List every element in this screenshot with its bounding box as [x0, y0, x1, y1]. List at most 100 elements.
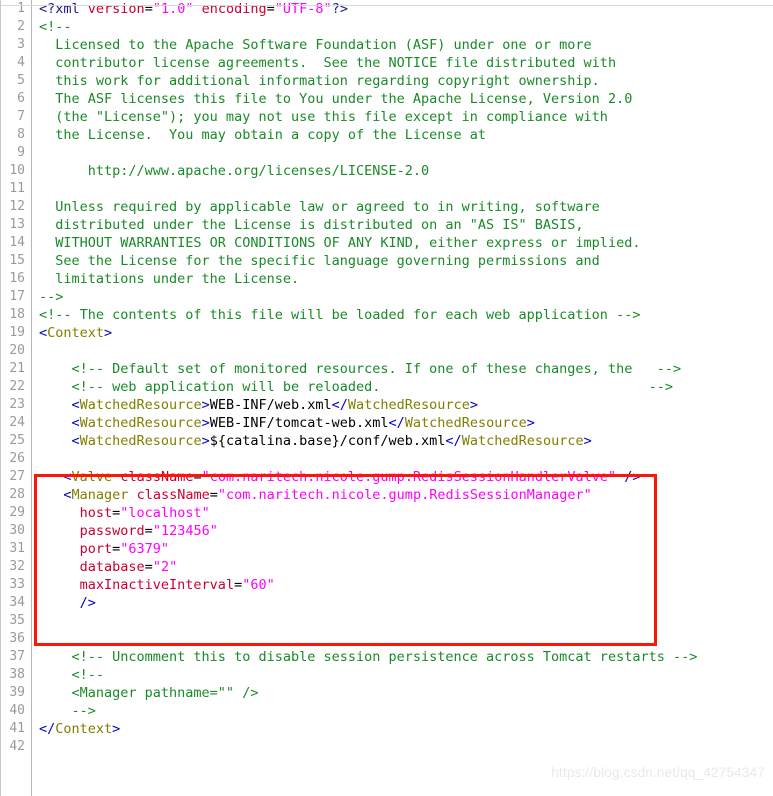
code-line[interactable]: 26 — [1, 450, 773, 468]
syntax-token: http://www.apache.org/licenses/LICENSE-2… — [39, 163, 430, 179]
syntax-token: password — [79, 523, 145, 539]
syntax-token: --> — [39, 703, 96, 719]
line-source: <WatchedResource>WEB-INF/web.xml</Watche… — [39, 396, 478, 414]
line-number: 17 — [9, 289, 25, 304]
line-source: <Manager className="com.naritech.nicole.… — [39, 486, 591, 504]
code-line[interactable]: 35 — [1, 612, 773, 630]
syntax-token: Licensed to the Apache Software Foundati… — [39, 37, 592, 53]
syntax-token: host — [79, 505, 113, 521]
code-line[interactable]: 4 contributor license agreements. See th… — [1, 54, 773, 72]
code-line[interactable]: 29 host="localhost" — [1, 504, 773, 522]
line-source: Unless required by applicable law or agr… — [39, 198, 600, 216]
syntax-token: < — [39, 325, 48, 341]
line-source: See the License for the specific languag… — [39, 252, 600, 270]
code-line[interactable]: 20 — [1, 342, 773, 360]
code-line[interactable]: 6 The ASF licenses this file to You unde… — [1, 90, 773, 108]
line-source: <!-- Default set of monitored resources.… — [39, 360, 682, 378]
syntax-token: < — [71, 415, 80, 431]
syntax-token — [39, 559, 80, 575]
line-source: <!-- The contents of this file will be l… — [39, 306, 640, 324]
code-editor-pane[interactable]: 1 <?xml version="1.0" encoding="UTF-8"?> 2… — [0, 0, 773, 796]
code-line[interactable]: 23 <WatchedResource>WEB-INF/web.xml</Wat… — [1, 396, 773, 414]
code-line[interactable]: 3 Licensed to the Apache Software Founda… — [1, 36, 773, 54]
code-line[interactable]: 7 (the "License"); you may not use this … — [1, 108, 773, 126]
line-number: 30 — [9, 523, 25, 538]
line-source: <WatchedResource>${catalina.base}/conf/w… — [39, 432, 592, 450]
code-line[interactable]: 19 <Context> — [1, 324, 773, 342]
code-line[interactable]: 39 <Manager pathname="" /> — [1, 684, 773, 702]
syntax-token: WEB-INF/tomcat-web.xml — [209, 415, 389, 431]
syntax-token: <!-- — [39, 19, 72, 35]
code-line[interactable]: 40 --> — [1, 702, 773, 720]
code-line[interactable]: 30 password="123456" — [1, 522, 773, 540]
syntax-token: = — [209, 487, 218, 503]
syntax-token: The ASF licenses this file to You under … — [39, 91, 633, 107]
code-line[interactable]: 14 WITHOUT WARRANTIES OR CONDITIONS OF A… — [1, 234, 773, 252]
syntax-token: See the License for the specific languag… — [39, 253, 600, 269]
syntax-token — [39, 469, 63, 485]
code-lines-container[interactable]: 1 <?xml version="1.0" encoding="UTF-8"?> 2… — [1, 0, 773, 756]
syntax-token: > — [526, 415, 535, 431]
syntax-token: </ — [388, 415, 405, 431]
line-source: limitations under the License. — [39, 270, 299, 288]
line-number: 8 — [17, 127, 25, 142]
code-line[interactable]: 32 database="2" — [1, 558, 773, 576]
syntax-token: < — [71, 397, 80, 413]
line-number: 5 — [17, 73, 25, 88]
code-line[interactable]: 10 http://www.apache.org/licenses/LICENS… — [1, 162, 773, 180]
line-number: 14 — [9, 235, 25, 250]
syntax-token: < — [71, 433, 80, 449]
line-number: 6 — [17, 91, 25, 106]
syntax-token: distributed under the License is distrib… — [39, 217, 584, 233]
code-line[interactable]: 15 See the License for the specific lang… — [1, 252, 773, 270]
code-line[interactable]: 5 this work for additional information r… — [1, 72, 773, 90]
code-line[interactable]: 8 the License. You may obtain a copy of … — [1, 126, 773, 144]
syntax-token — [39, 541, 80, 557]
code-line[interactable]: 42 — [1, 738, 773, 756]
code-line[interactable]: 37 <!-- Uncomment this to disable sessio… — [1, 648, 773, 666]
code-line[interactable]: 2 <!-- — [1, 18, 773, 36]
line-source: The ASF licenses this file to You under … — [39, 90, 632, 108]
code-line[interactable]: 27 <Valve className="com.naritech.nicole… — [1, 468, 773, 486]
code-line[interactable]: 34 /> — [1, 594, 773, 612]
code-line[interactable]: 41 </Context> — [1, 720, 773, 738]
code-line[interactable]: 17 --> — [1, 288, 773, 306]
code-line[interactable]: 9 — [1, 144, 773, 162]
code-line[interactable]: 24 <WatchedResource>WEB-INF/tomcat-web.x… — [1, 414, 773, 432]
code-line[interactable]: 13 distributed under the License is dist… — [1, 216, 773, 234]
syntax-token: <!-- The contents of this file will be l… — [39, 307, 641, 323]
syntax-token: <!-- web application will be reloaded. -… — [39, 379, 673, 395]
code-line[interactable]: 11 — [1, 180, 773, 198]
line-number: 4 — [17, 55, 25, 70]
line-number: 21 — [9, 361, 25, 376]
syntax-token: "com.naritech.nicole.gump.RedisSessionHa… — [201, 469, 617, 485]
line-source: <Manager pathname="" /> — [39, 684, 259, 702]
line-number: 10 — [9, 163, 25, 178]
code-line[interactable]: 38 <!-- — [1, 666, 773, 684]
code-line[interactable]: 21 <!-- Default set of monitored resourc… — [1, 360, 773, 378]
line-number: 7 — [17, 109, 25, 124]
code-line[interactable]: 33 maxInactiveInterval="60" — [1, 576, 773, 594]
code-line[interactable]: 16 limitations under the License. — [1, 270, 773, 288]
line-number: 15 — [9, 253, 25, 268]
line-number: 11 — [9, 181, 25, 196]
code-line[interactable]: 12 Unless required by applicable law or … — [1, 198, 773, 216]
syntax-token: > — [201, 397, 210, 413]
code-line[interactable]: 25 <WatchedResource>${catalina.base}/con… — [1, 432, 773, 450]
code-line[interactable]: 31 port="6379" — [1, 540, 773, 558]
line-number: 38 — [9, 667, 25, 682]
syntax-token: <!-- — [39, 667, 105, 683]
line-source: (the "License"); you may not use this fi… — [39, 108, 608, 126]
line-number: 37 — [9, 649, 25, 664]
code-line[interactable]: 36 — [1, 630, 773, 648]
code-line[interactable]: 18 <!-- The contents of this file will be… — [1, 306, 773, 324]
code-line[interactable]: 28 <Manager className="com.naritech.nico… — [1, 486, 773, 504]
line-number: 20 — [9, 343, 25, 358]
syntax-token — [39, 433, 72, 449]
syntax-token: > — [201, 415, 210, 431]
code-line[interactable]: 22 <!-- web application will be reloaded… — [1, 378, 773, 396]
line-source: Licensed to the Apache Software Foundati… — [39, 36, 592, 54]
syntax-token: </ — [445, 433, 462, 449]
syntax-token: the License. You may obtain a copy of th… — [39, 127, 487, 143]
syntax-token: > — [583, 433, 592, 449]
